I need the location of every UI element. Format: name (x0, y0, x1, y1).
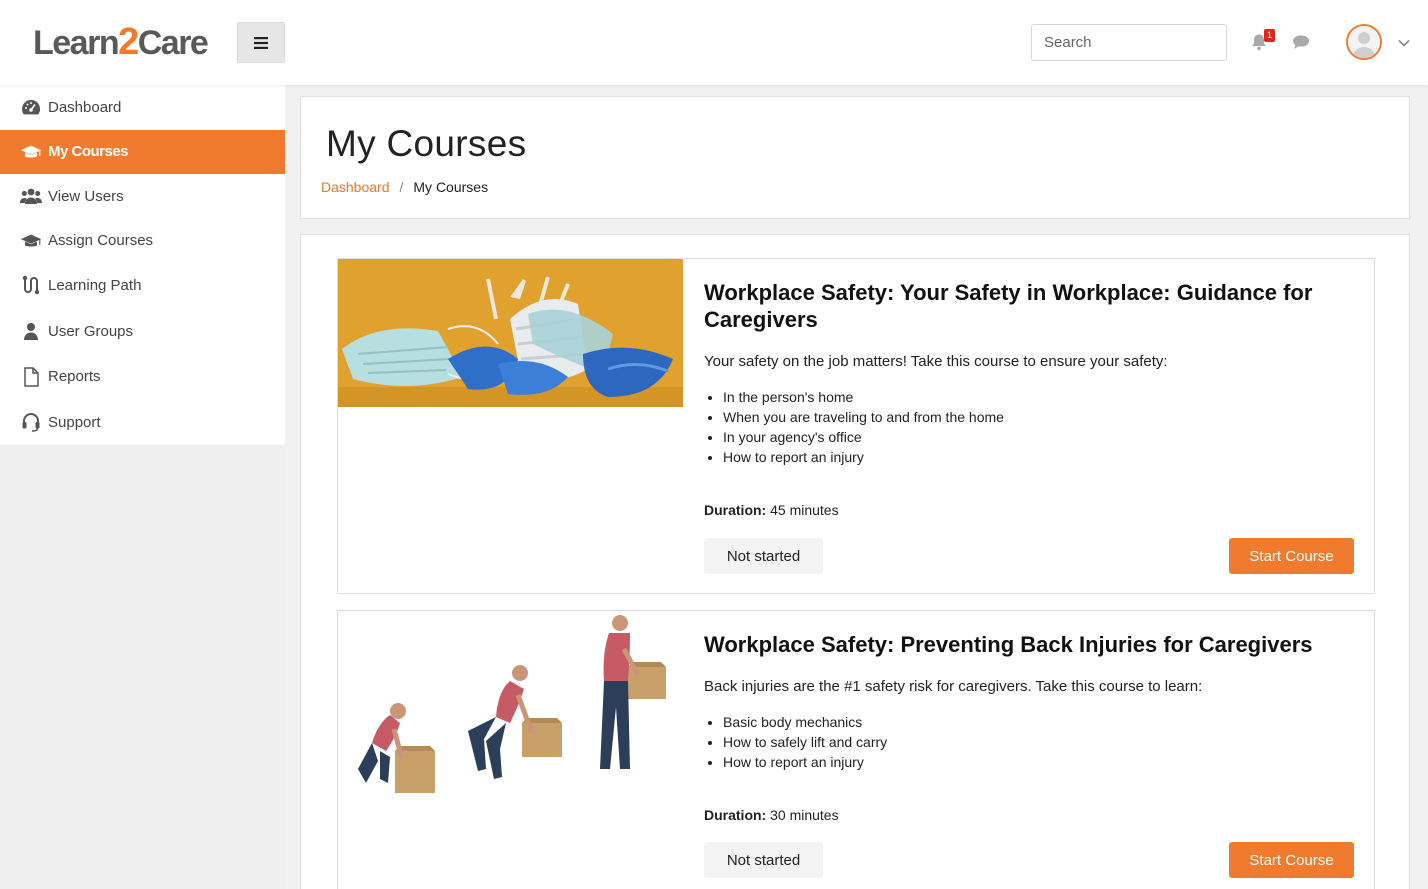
course-thumbnail[interactable] (338, 259, 683, 407)
sidebar-item-label: User Groups (48, 322, 134, 340)
sidebar-nav-list: Dashboard My Courses View Users Assign C… (0, 85, 285, 445)
breadcrumb-link-dashboard[interactable]: Dashboard (321, 179, 390, 195)
duration-label: Duration: (704, 502, 767, 518)
user-icon (24, 323, 38, 340)
list-item: In the person's home (723, 387, 1354, 407)
list-item: In your agency's office (723, 427, 1354, 447)
brand-logo[interactable]: Learn2Care (33, 21, 209, 63)
course-title[interactable]: Workplace Safety: Your Safety in Workpla… (704, 279, 1354, 333)
notification-count-badge: 1 (1264, 29, 1275, 42)
sidebar-item-support[interactable]: Support (0, 399, 285, 445)
course-thumbnail[interactable] (338, 611, 683, 801)
duration-value: 30 minutes (770, 807, 839, 823)
duration-value: 45 minutes (770, 502, 839, 518)
users-icon (20, 188, 42, 205)
sidebar-item-my-courses[interactable]: My Courses (0, 129, 285, 174)
sidebar-item-label: View Users (48, 187, 124, 205)
list-item: Basic body mechanics (723, 712, 1354, 732)
course-card: Workplace Safety: Your Safety in Workpla… (337, 258, 1375, 594)
graduation-cap-icon (20, 145, 42, 158)
course-topics-list: In the person's home When you are travel… (723, 387, 1354, 467)
course-description: Your safety on the job matters! Take thi… (704, 353, 1168, 370)
course-title[interactable]: Workplace Safety: Preventing Back Injuri… (704, 631, 1354, 658)
sidebar-item-dashboard[interactable]: Dashboard (0, 85, 285, 130)
route-icon (22, 276, 40, 295)
sidebar-item-learning-path[interactable]: Learning Path (0, 263, 285, 308)
sidebar-item-reports[interactable]: Reports (0, 355, 285, 400)
list-item: When you are traveling to and from the h… (723, 407, 1354, 427)
chevron-down-icon[interactable] (1397, 36, 1411, 50)
course-details: Workplace Safety: Your Safety in Workpla… (704, 259, 1354, 518)
user-avatar[interactable] (1346, 24, 1382, 60)
sidebar-item-assign-courses[interactable]: Assign Courses (0, 219, 285, 264)
bars-icon (254, 36, 268, 49)
course-topics-list: Basic body mechanics How to safely lift … (723, 712, 1354, 772)
status-badge: Not started (704, 842, 823, 878)
sidebar: Dashboard My Courses View Users Assign C… (0, 85, 285, 889)
user-avatar-icon (1348, 26, 1380, 58)
chat-icon[interactable] (1292, 34, 1310, 50)
start-course-button[interactable]: Start Course (1229, 538, 1354, 574)
list-item: How to safely lift and carry (723, 732, 1354, 752)
breadcrumb: Dashboard / My Courses (321, 179, 488, 195)
sidebar-item-label: Dashboard (48, 98, 122, 116)
page-title: My Courses (326, 123, 527, 164)
dashboard-icon (22, 100, 40, 115)
headset-icon (22, 413, 40, 432)
status-badge: Not started (704, 538, 823, 574)
course-description: Back injuries are the #1 safety risk for… (704, 678, 1203, 695)
page-header: My Courses Dashboard / My Courses (300, 96, 1410, 219)
start-course-button[interactable]: Start Course (1229, 842, 1354, 878)
breadcrumb-separator: / (399, 179, 404, 195)
sidebar-item-label: Learning Path (48, 276, 142, 294)
sidebar-item-label: Support (48, 413, 101, 431)
breadcrumb-current: My Courses (413, 179, 489, 195)
sidebar-item-user-groups[interactable]: User Groups (0, 308, 285, 355)
logo-text-care: Care (137, 24, 209, 62)
logo-text-2: 2 (118, 21, 139, 63)
ppe-supplies-image (338, 259, 683, 407)
duration-label: Duration: (704, 807, 767, 823)
top-bar: Learn2Care 1 (0, 0, 1428, 85)
list-item: How to report an injury (723, 447, 1354, 467)
course-duration: Duration: 45 minutes (704, 502, 1354, 518)
search-input[interactable] (1031, 24, 1227, 61)
graduation-cap-icon (20, 234, 42, 247)
course-list: Workplace Safety: Your Safety in Workpla… (300, 234, 1410, 889)
list-item: How to report an injury (723, 752, 1354, 772)
sidebar-item-label: My Courses (48, 143, 129, 161)
sidebar-toggle-button[interactable] (237, 22, 285, 63)
course-details: Workplace Safety: Preventing Back Injuri… (704, 611, 1354, 823)
sidebar-item-label: Reports (48, 368, 101, 386)
sidebar-item-label: Assign Courses (48, 232, 154, 250)
course-card: Workplace Safety: Preventing Back Injuri… (337, 610, 1375, 889)
file-icon (24, 367, 39, 387)
lifting-posture-image (338, 611, 683, 801)
course-duration: Duration: 30 minutes (704, 807, 1354, 823)
logo-text-learn: Learn (33, 24, 120, 62)
sidebar-item-view-users[interactable]: View Users (0, 174, 285, 219)
